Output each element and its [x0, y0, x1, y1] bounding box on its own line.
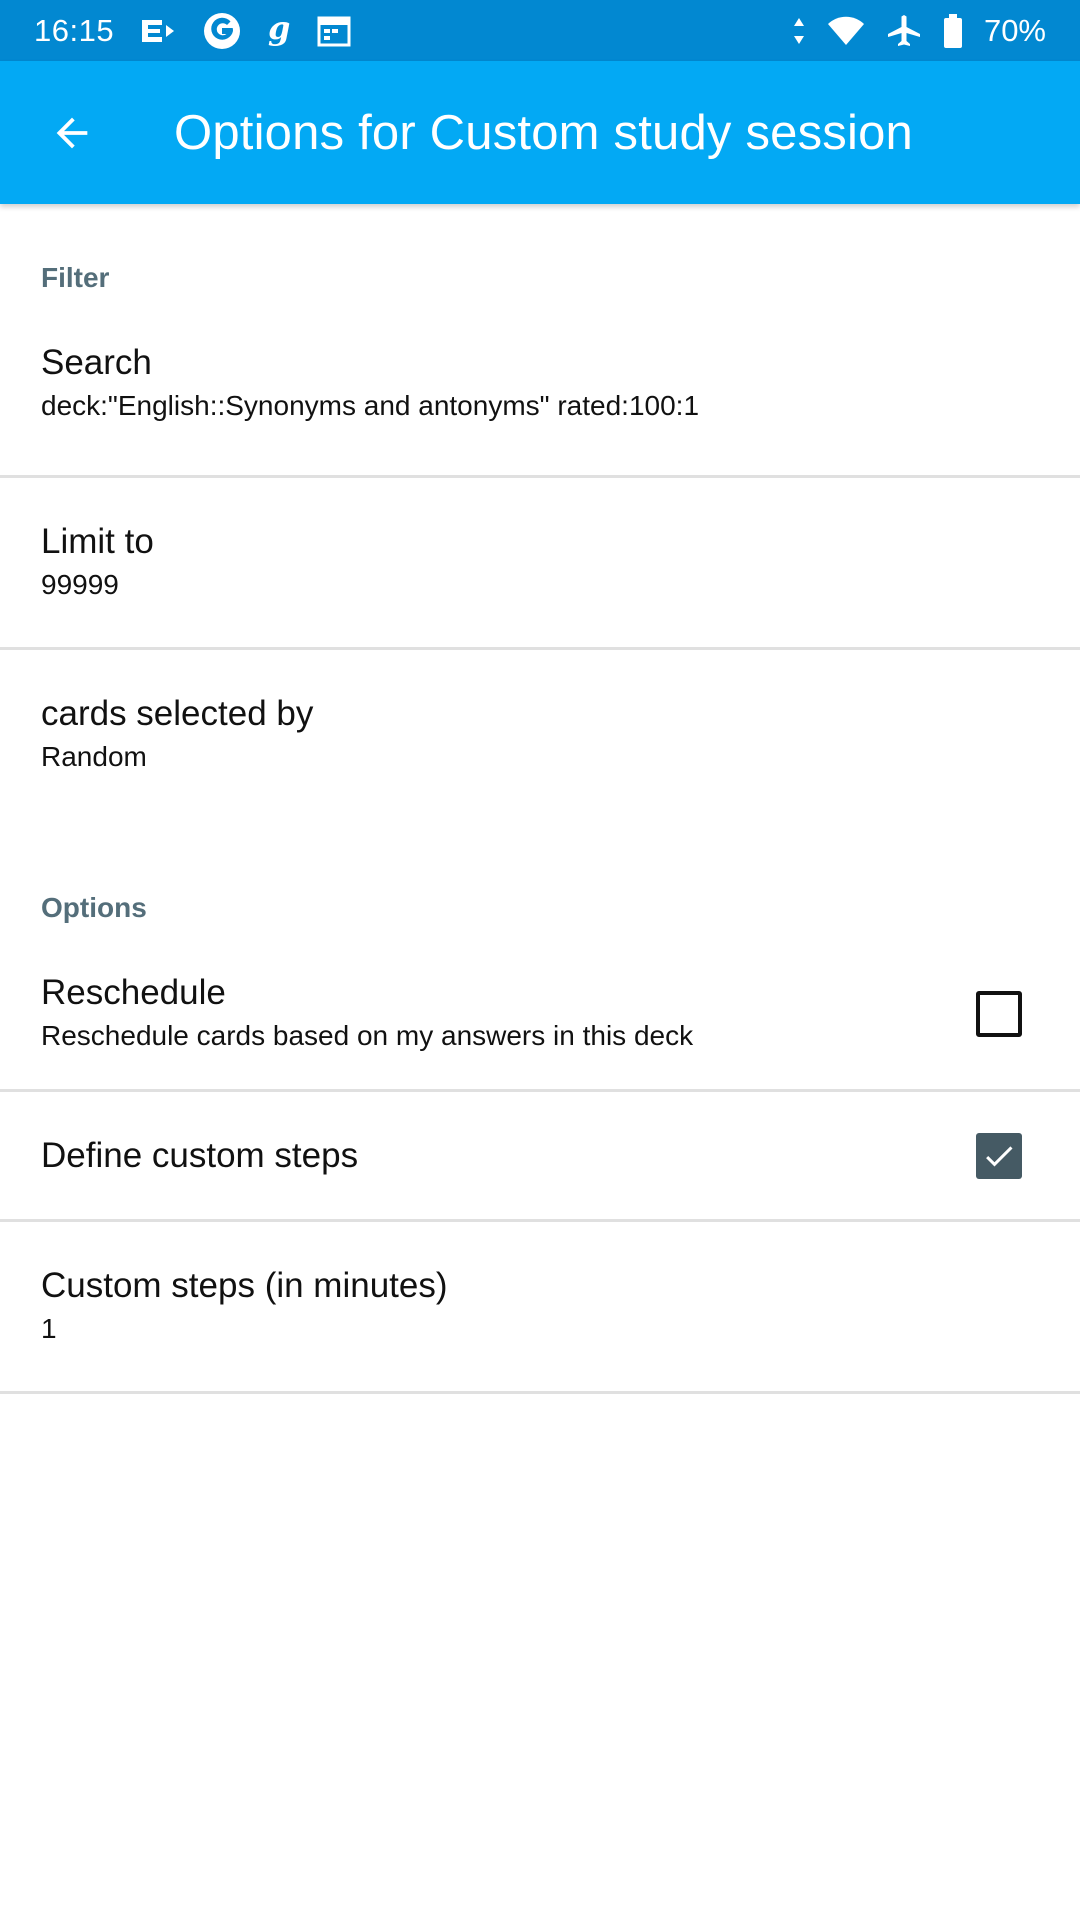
pref-summary: Reschedule cards based on my answers in …	[41, 1019, 694, 1051]
goodreads-icon: g	[264, 11, 294, 51]
category-options: Options	[41, 892, 147, 923]
pref-define-custom-steps[interactable]: Define custom steps	[0, 1092, 1080, 1222]
data-arrows-icon	[792, 16, 806, 46]
pref-title: Reschedule	[41, 972, 226, 1012]
wifi-icon	[826, 15, 866, 47]
system-icons: 70%	[792, 13, 1046, 49]
pref-summary: 99999	[41, 568, 119, 600]
pref-search[interactable]: Search deck:"English::Synonyms and anton…	[0, 308, 1080, 478]
back-button[interactable]	[32, 93, 112, 173]
checkmark-icon	[986, 1145, 1013, 1166]
pref-summary: 1	[41, 1312, 57, 1344]
pref-summary: Random	[41, 741, 147, 772]
svg-text:g: g	[268, 11, 290, 47]
pref-reschedule[interactable]: Reschedule Reschedule cards based on my …	[0, 938, 1080, 1092]
arrow-back-icon	[56, 117, 88, 148]
pref-title: Define custom steps	[41, 1135, 359, 1175]
reschedule-checkbox[interactable]	[976, 990, 1022, 1037]
preferences-list: Filter Search deck:"English::Synonyms an…	[0, 204, 1080, 1394]
google-icon	[202, 11, 242, 51]
page-title: Options for Custom study session	[174, 105, 913, 160]
status-time: 16:15	[34, 12, 115, 48]
battery-icon	[942, 13, 964, 49]
notification-icons: g	[140, 11, 352, 51]
calendar-icon	[316, 14, 352, 48]
pref-limit-to[interactable]: Limit to 99999	[0, 478, 1080, 650]
app-bar: Options for Custom study session	[0, 61, 1080, 204]
pref-title: Custom steps (in minutes)	[41, 1265, 448, 1305]
pref-title: Search	[41, 342, 152, 382]
battery-percent: 70%	[983, 12, 1046, 48]
pref-title: cards selected by	[41, 694, 314, 733]
pref-summary: deck:"English::Synonyms and antonyms" ra…	[41, 389, 700, 421]
status-bar: 16:15 g 70%	[0, 0, 1080, 61]
custom-steps-checkbox[interactable]	[976, 1132, 1022, 1179]
pref-title: Limit to	[41, 521, 154, 561]
mail-arrow-icon	[140, 16, 180, 46]
pref-custom-steps-minutes[interactable]: Custom steps (in minutes) 1	[0, 1222, 1080, 1394]
pref-cards-selected-by[interactable]: cards selected by Random	[0, 650, 1080, 820]
airplane-icon	[886, 13, 922, 49]
category-filter: Filter	[41, 262, 110, 293]
